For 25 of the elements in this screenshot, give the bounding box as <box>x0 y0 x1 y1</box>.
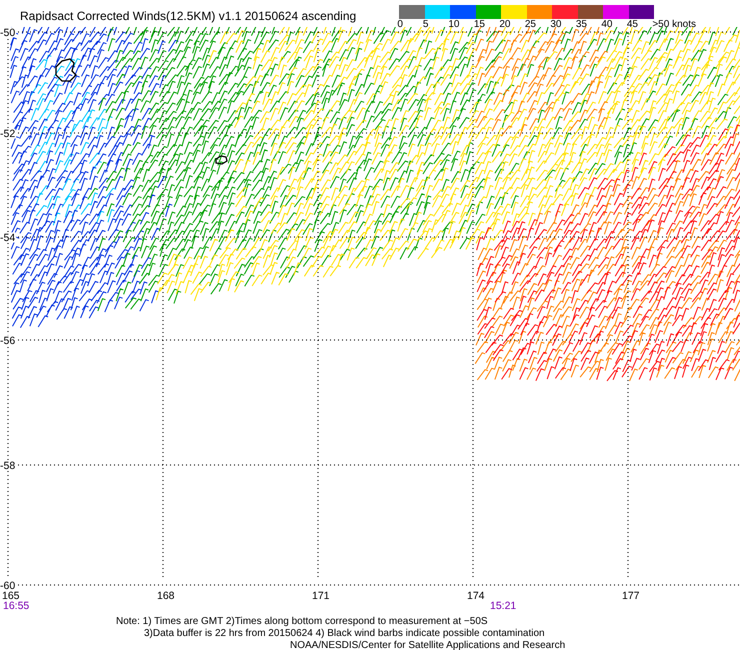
scale-label: >50 knots <box>652 19 696 30</box>
latitude-label: -56 <box>0 335 16 347</box>
scale-label: 20 <box>499 19 512 30</box>
time-label: 15:21 <box>490 600 516 612</box>
time-label: 16:55 <box>3 600 30 612</box>
scale-label: 15 <box>474 19 486 30</box>
footnote: NOAA/NESDIS/Center for Satellite Applications and Research <box>290 640 566 650</box>
longitude-label: 165 <box>2 590 20 602</box>
latitude-label: -60 <box>0 580 16 592</box>
footnote: Note: 1) Times are GMT 2)Times along bottom correspond to measurement at −50S <box>116 616 488 628</box>
scale-label: 10 <box>448 19 460 30</box>
longitude-label: 168 <box>157 590 175 602</box>
footnote: 3)Data buffer is 22 hrs from 20150624 4) Black wind barbs indicate possible contamination <box>144 628 545 640</box>
chart-title: Rapidsact Corrected Winds(12.5KM) v1.1 20150624 ascending <box>20 9 356 25</box>
longitude-label: 171 <box>312 590 330 602</box>
scale-label: 40 <box>601 19 614 30</box>
scale-label: 0 <box>397 19 404 30</box>
longitude-label: 174 <box>467 590 485 602</box>
scale-label: 35 <box>576 19 588 30</box>
scale-label: 25 <box>524 19 537 30</box>
latitude-label: -58 <box>0 460 16 472</box>
longitude-label: 177 <box>622 590 640 602</box>
scale-label: 5 <box>422 19 430 30</box>
scale-label: 45 <box>626 19 639 30</box>
scale-label: 30 <box>550 19 562 30</box>
